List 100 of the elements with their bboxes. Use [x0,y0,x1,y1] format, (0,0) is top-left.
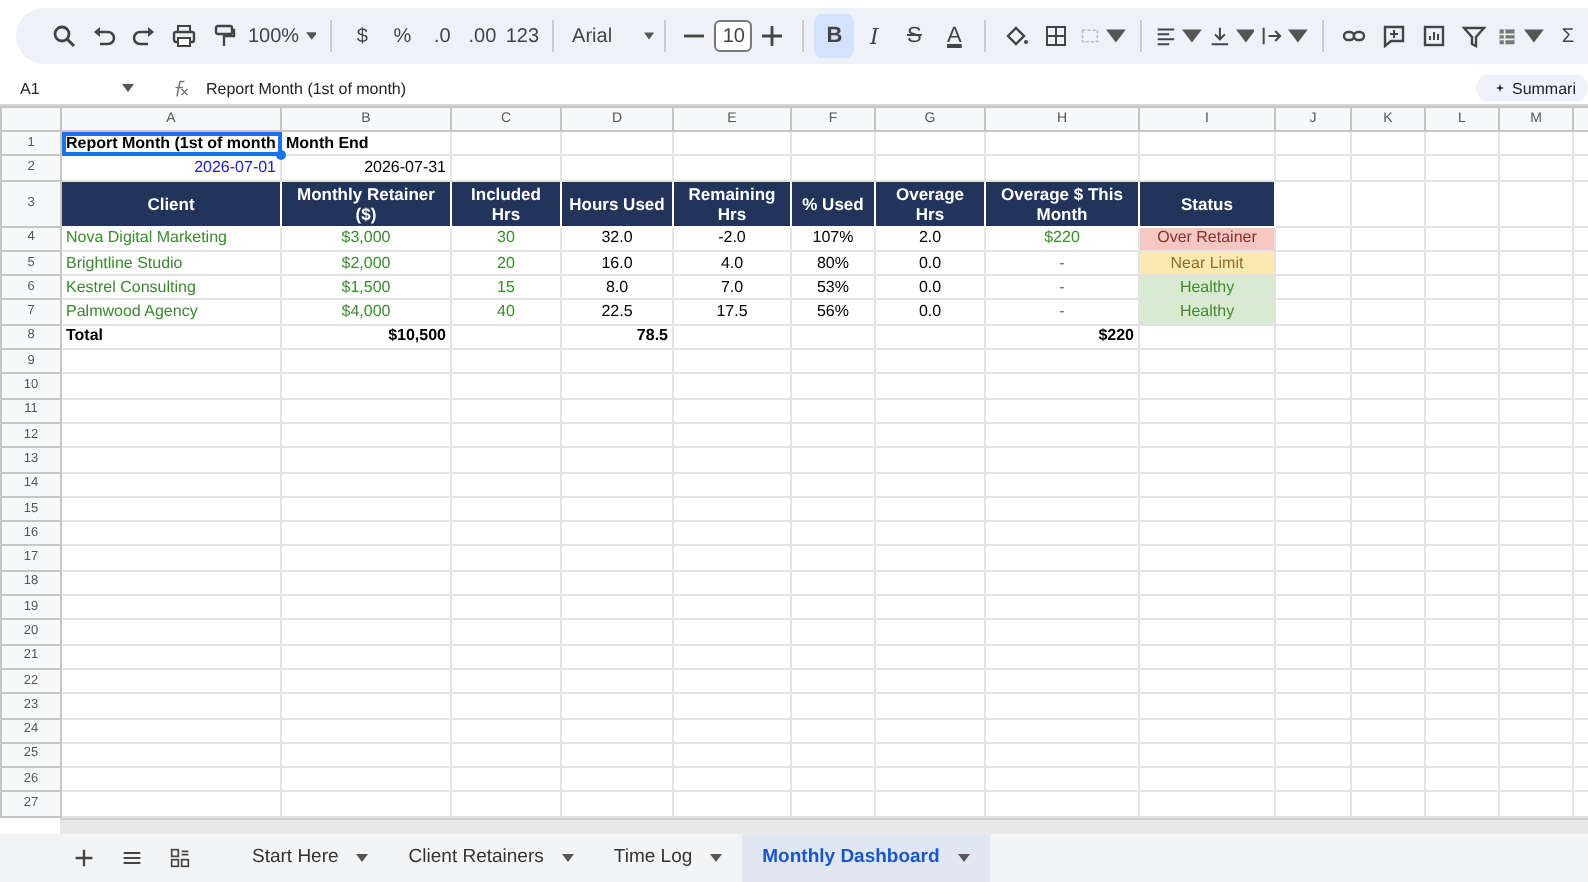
borders-icon [1044,24,1069,48]
table-cell: 40 [451,299,561,325]
column-heading: Client [61,180,281,227]
caret-icon [710,853,723,862]
table-cell: 16.0 [561,250,673,276]
caret-icon [1524,24,1544,48]
search-icon [52,24,76,48]
table-cell: 80% [791,250,875,276]
decrease-decimal-button[interactable]: .0 [422,14,463,58]
table-cell: Healthy [1139,275,1275,300]
paint-format-icon [212,24,236,48]
text-color-button[interactable]: A [934,14,975,58]
caret-icon [1105,24,1126,48]
zoom-dropdown[interactable]: 100% [244,14,321,58]
table-cell: 17.5 [673,299,791,325]
table-cell: 4.0 [673,250,791,276]
caret-icon [1288,24,1309,48]
table-cell: 78.5 [561,324,673,350]
table-cell: Brightline Studio [61,250,281,276]
caret-icon [1181,24,1202,48]
column-heading: Status [1139,180,1275,227]
percent-button[interactable]: % [382,14,423,58]
chart-icon [1422,24,1447,48]
table-cell: - [985,275,1139,300]
table-cell: 2.0 [875,226,985,251]
name-box[interactable]: A1 [0,79,116,97]
caret-icon [1235,24,1255,48]
sheet-tab[interactable]: Time Log [593,833,743,882]
caret-icon [122,84,134,92]
caret-icon [561,853,574,862]
table-cell: $3,000 [281,226,451,251]
column-heading: Included Hrs [451,180,561,227]
bold-button[interactable]: B [814,14,855,58]
table-cell: Healthy [1139,299,1275,325]
vertical-align-icon [1209,24,1230,48]
table-cell: Over Retainer [1139,226,1275,251]
increase-size-icon [760,24,785,48]
table-cell: Near Limit [1139,250,1275,276]
formula-text: Report Month (1st of month) [206,79,409,97]
table-cell: $10,500 [281,324,451,350]
column-heading: % Used [791,180,875,227]
redo-icon [132,24,156,48]
table-cell: 30 [451,226,561,251]
merge-icon [1080,24,1100,48]
print-icon [172,24,196,48]
font-dropdown[interactable]: Arial [564,14,637,58]
functions-button[interactable]: Σ [1548,14,1588,58]
table-cell: 22.5 [561,299,673,325]
table-cell: $220 [985,226,1139,251]
table-cell: 2026-07-01 [61,155,281,181]
number-format-button[interactable]: 123 [502,14,543,58]
sheet-tab[interactable]: Client Retainers [388,833,594,882]
summarize-button[interactable]: Summari [1475,74,1588,102]
table-cell: $220 [985,324,1139,350]
caret-icon [356,853,369,862]
table-cell: Report Month (1st of month [61,131,281,156]
table-cell: 0.0 [875,299,985,325]
table-cell: 15 [451,275,561,300]
menu-icon [122,847,142,868]
increase-decimal-button[interactable]: .00 [462,14,503,58]
sheet-tab[interactable]: Monthly Dashboard [742,833,990,882]
table-cell: -2.0 [673,226,791,251]
column-heading: Overage Hrs [875,180,985,227]
sparkle-icon [1493,84,1506,92]
table-cell: Kestrel Consulting [61,275,281,300]
table-cell: 32.0 [561,226,673,251]
table-cell: 0.0 [875,250,985,276]
fill-handle[interactable] [276,150,286,161]
column-heading: Overage $ This Month [985,180,1139,227]
table-cell: 7.0 [673,275,791,300]
table-cell: - [985,250,1139,276]
currency-button[interactable]: $ [342,14,383,58]
table-cell: Total [61,324,281,350]
grid-icon [170,847,190,868]
align-icon [1155,24,1176,48]
table-cell: 56% [791,299,875,325]
table-cell: $1,500 [281,275,451,300]
table-cell: $4,000 [281,299,451,325]
undo-icon [92,24,116,48]
fill-color-icon [1004,24,1029,48]
table-cell: 2026-07-31 [281,155,451,181]
plus-icon [74,847,94,868]
caret-icon [957,853,970,862]
table-cell: Month End [281,131,451,156]
strikethrough-button[interactable]: S [894,14,935,58]
table-view-icon [1498,24,1519,48]
table-cell: 0.0 [875,275,985,300]
italic-button[interactable]: I [854,14,895,58]
table-cell: 20 [451,250,561,276]
column-heading: Hours Used [561,180,673,227]
table-cell: 8.0 [561,275,673,300]
text-wrap-icon [1262,24,1283,48]
sheet-tab[interactable]: Start Here [232,833,389,882]
font-size-field[interactable]: 10 [714,20,753,52]
table-cell: 53% [791,275,875,300]
table-cell: 107% [791,226,875,251]
function-icon [170,79,190,97]
caret-icon [643,32,654,40]
column-heading: Monthly Retainer ($) [281,180,451,227]
table-cell: - [985,299,1139,325]
